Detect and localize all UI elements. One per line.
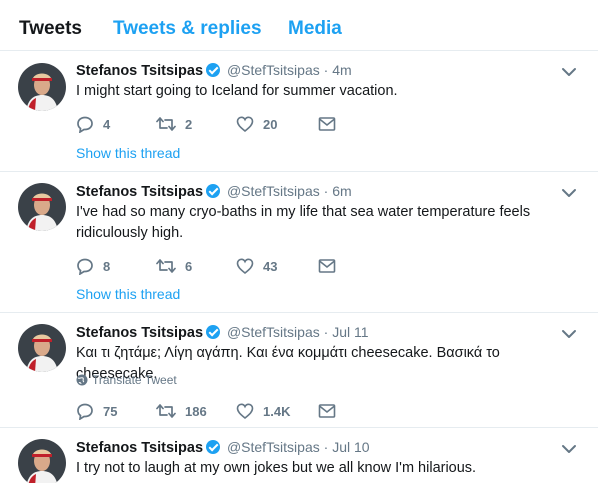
like-button[interactable]: 20	[236, 114, 277, 134]
reply-count: 75	[103, 403, 118, 419]
like-count: 43	[263, 258, 278, 274]
verified-badge-icon	[206, 184, 221, 198]
separator-dot: ·	[323, 183, 329, 199]
avatar-image	[18, 183, 66, 231]
heart-icon	[236, 403, 254, 420]
globe-icon	[76, 374, 88, 386]
tweet-header: Stefanos Tsitsipas @StefTsitsipas · 6m	[76, 183, 352, 200]
verified-badge-icon	[206, 440, 221, 454]
chevron-down-icon[interactable]	[560, 63, 578, 81]
retweet-count: 186	[185, 403, 207, 419]
reply-icon	[77, 403, 93, 420]
verified-badge-icon	[206, 63, 221, 77]
tweet[interactable]: Stefanos Tsitsipas @StefTsitsipas · 6m I…	[0, 172, 598, 313]
separator-dot: ·	[323, 439, 329, 455]
tab-tweets[interactable]: Tweets	[19, 18, 82, 40]
tweet-header: Stefanos Tsitsipas @StefTsitsipas · Jul …	[76, 439, 370, 456]
chevron-down-icon[interactable]	[560, 184, 578, 202]
heart-icon	[236, 258, 254, 275]
retweet-icon	[156, 404, 176, 418]
heart-icon	[236, 116, 254, 133]
avatar-image	[18, 439, 66, 483]
tweet-timestamp[interactable]: Jul 11	[332, 324, 368, 340]
reply-button[interactable]: 75	[76, 401, 117, 421]
author-handle[interactable]: @StefTsitsipas	[227, 439, 320, 455]
separator-dot: ·	[323, 62, 329, 78]
tweet[interactable]: Stefanos Tsitsipas @StefTsitsipas · 4m I…	[0, 51, 598, 172]
reply-count: 4	[103, 116, 111, 132]
verified-badge-icon	[206, 325, 221, 339]
reply-button[interactable]: 4	[76, 114, 110, 134]
author-name[interactable]: Stefanos Tsitsipas	[76, 325, 203, 341]
show-thread-link[interactable]: Show this thread	[76, 286, 180, 302]
chevron-down-icon[interactable]	[560, 440, 578, 458]
retweet-count: 6	[185, 258, 193, 274]
retweet-button[interactable]: 186	[156, 401, 207, 421]
author-name[interactable]: Stefanos Tsitsipas	[76, 440, 203, 456]
like-button[interactable]: 43	[236, 256, 277, 276]
author-handle[interactable]: @StefTsitsipas	[227, 62, 320, 78]
tweet-header: Stefanos Tsitsipas @StefTsitsipas · Jul …	[76, 324, 369, 341]
tab-tweets-and-replies[interactable]: Tweets & replies	[113, 18, 262, 40]
translate-tweet-link[interactable]: Translate Tweet	[76, 373, 177, 387]
separator-dot: ·	[323, 324, 329, 340]
like-count: 20	[263, 116, 278, 132]
chevron-down-icon[interactable]	[560, 325, 578, 343]
envelope-icon	[318, 404, 336, 418]
like-button[interactable]: 1.4K	[236, 401, 290, 421]
reply-icon	[77, 116, 93, 133]
envelope-icon	[318, 117, 336, 131]
direct-message-button[interactable]	[318, 114, 336, 134]
direct-message-button[interactable]	[318, 401, 336, 421]
tweet-text: I've had so many cryo-baths in my life t…	[76, 204, 531, 241]
envelope-icon	[318, 259, 336, 273]
retweet-button[interactable]: 6	[156, 256, 192, 276]
tweet-actions: 8 6 43	[76, 256, 376, 276]
tweet[interactable]: Stefanos Tsitsipas @StefTsitsipas · Jul …	[0, 428, 598, 483]
reply-count: 8	[103, 258, 111, 274]
retweet-icon	[156, 259, 176, 273]
translate-label: Translate Tweet	[92, 373, 177, 387]
author-handle[interactable]: @StefTsitsipas	[227, 183, 320, 199]
avatar[interactable]	[18, 439, 66, 483]
tweet-actions: 75 186 1.4K	[76, 401, 376, 421]
show-thread-link[interactable]: Show this thread	[76, 145, 180, 161]
tweet-timestamp[interactable]: 6m	[332, 183, 351, 199]
author-name[interactable]: Stefanos Tsitsipas	[76, 63, 203, 79]
tweet-header: Stefanos Tsitsipas @StefTsitsipas · 4m	[76, 62, 352, 79]
reply-icon	[77, 258, 93, 275]
retweet-button[interactable]: 2	[156, 114, 192, 134]
author-handle[interactable]: @StefTsitsipas	[227, 324, 320, 340]
avatar[interactable]	[18, 183, 66, 231]
tweet-timestamp[interactable]: Jul 10	[332, 439, 369, 455]
like-count: 1.4K	[263, 403, 291, 419]
avatar[interactable]	[18, 324, 66, 372]
direct-message-button[interactable]	[318, 256, 336, 276]
author-name[interactable]: Stefanos Tsitsipas	[76, 184, 203, 200]
tweet-timestamp[interactable]: 4m	[332, 62, 351, 78]
tweet-text: I try not to laugh at my own jokes but w…	[76, 460, 477, 476]
avatar[interactable]	[18, 63, 66, 111]
tweet-text: I might start going to Iceland for summe…	[76, 83, 398, 99]
avatar-image	[18, 63, 66, 111]
profile-tabs: Tweets Tweets & replies Media	[0, 0, 598, 51]
retweet-icon	[156, 117, 176, 131]
retweet-count: 2	[185, 116, 193, 132]
avatar-image	[18, 324, 66, 372]
tab-media[interactable]: Media	[288, 18, 342, 40]
reply-button[interactable]: 8	[76, 256, 110, 276]
tweet-actions: 4 2 20	[76, 114, 376, 134]
tweet[interactable]: Stefanos Tsitsipas @StefTsitsipas · Jul …	[0, 313, 598, 428]
